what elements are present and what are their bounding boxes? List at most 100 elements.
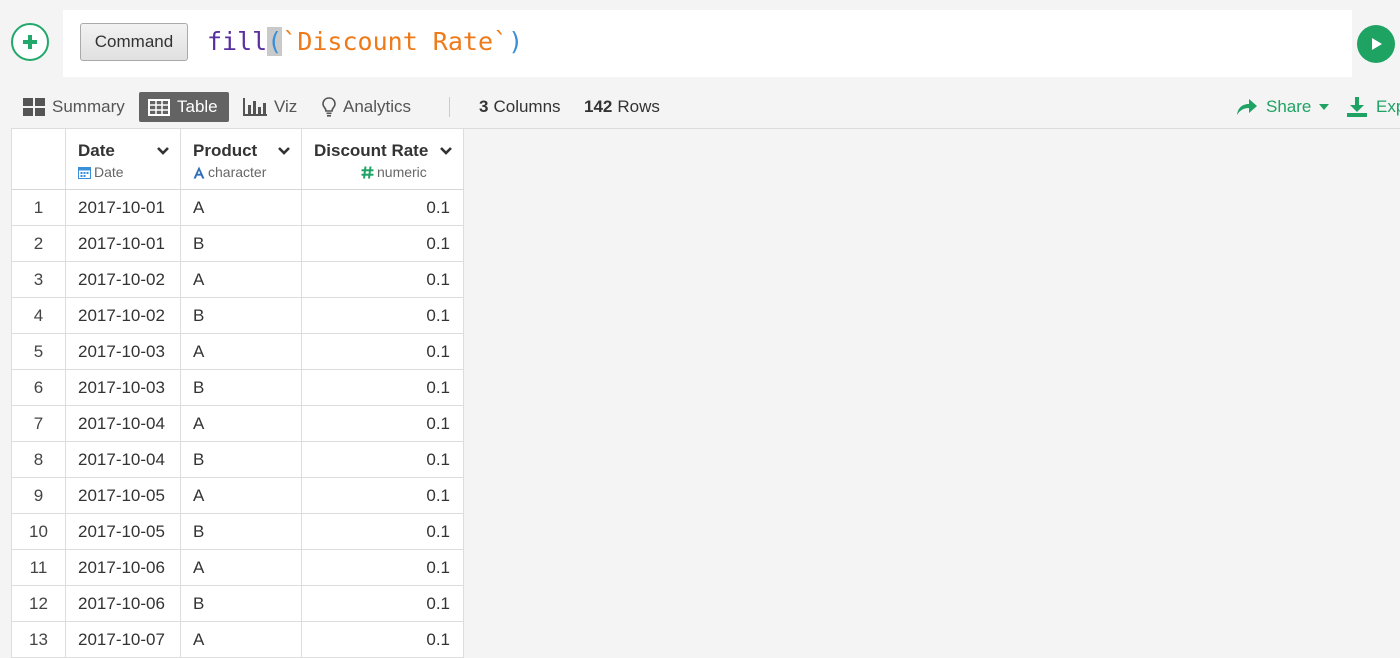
calendar-icon — [78, 166, 91, 179]
chevron-down-icon[interactable] — [439, 146, 453, 156]
rows-count-value: 142 — [584, 97, 613, 116]
cell-product[interactable]: A — [180, 189, 302, 226]
command-mode-button[interactable]: Command — [80, 23, 188, 61]
chevron-down-icon[interactable] — [156, 146, 170, 156]
columns-count-label: Columns — [493, 97, 561, 116]
cell-product[interactable]: B — [180, 369, 302, 406]
table-row: 4 2017-10-02 B 0.1 — [12, 297, 464, 334]
cell-product[interactable]: A — [180, 549, 302, 586]
cell-discount-rate[interactable]: 0.1 — [301, 189, 464, 226]
command-input[interactable]: fill(`Discount Rate`) — [207, 26, 523, 58]
tab-analytics[interactable]: Analytics — [313, 92, 420, 122]
chevron-down-icon[interactable] — [277, 146, 291, 156]
cell-product[interactable]: B — [180, 441, 302, 478]
cell-discount-rate[interactable]: 0.1 — [301, 513, 464, 550]
share-label: Share — [1266, 97, 1312, 116]
cell-date[interactable]: 2017-10-04 — [65, 441, 181, 478]
table-row: 1 2017-10-01 A 0.1 — [12, 189, 464, 226]
cell-date[interactable]: 2017-10-06 — [65, 585, 181, 622]
hash-icon — [361, 165, 374, 179]
column-type: character — [193, 164, 266, 180]
table-row: 11 2017-10-06 A 0.1 — [12, 549, 464, 586]
cell-discount-rate[interactable]: 0.1 — [301, 333, 464, 370]
cell-date[interactable]: 2017-10-03 — [65, 333, 181, 370]
cell-product[interactable]: B — [180, 297, 302, 334]
cell-date[interactable]: 2017-10-03 — [65, 369, 181, 406]
share-button[interactable]: Share — [1236, 92, 1330, 122]
tab-viz[interactable]: Viz — [234, 92, 306, 122]
tab-analytics-label: Analytics — [343, 97, 412, 116]
table-row: 12 2017-10-06 B 0.1 — [12, 585, 464, 622]
table-row: 10 2017-10-05 B 0.1 — [12, 513, 464, 550]
command-bar: Command fill(`Discount Rate`) — [0, 0, 1400, 86]
code-open-paren: ( — [267, 27, 283, 56]
column-header-date[interactable]: Date Date — [65, 129, 181, 190]
column-header-discount-rate[interactable]: Discount Rate numeric — [301, 129, 464, 190]
row-index: 1 — [12, 189, 66, 226]
cell-date[interactable]: 2017-10-06 — [65, 549, 181, 586]
columns-count: 3 Columns — [479, 92, 561, 122]
toolbar-divider — [449, 97, 450, 117]
cell-discount-rate[interactable]: 0.1 — [301, 441, 464, 478]
table-row: 13 2017-10-07 A 0.1 — [12, 621, 464, 658]
row-index: 9 — [12, 477, 66, 514]
table-row: 2 2017-10-01 B 0.1 — [12, 225, 464, 262]
tab-table[interactable]: Table — [139, 92, 229, 122]
cell-product[interactable]: B — [180, 225, 302, 262]
play-icon — [1372, 38, 1382, 50]
cell-discount-rate[interactable]: 0.1 — [301, 369, 464, 406]
table-row: 9 2017-10-05 A 0.1 — [12, 477, 464, 514]
cell-discount-rate[interactable]: 0.1 — [301, 621, 464, 658]
cell-discount-rate[interactable]: 0.1 — [301, 297, 464, 334]
export-label: Exp — [1376, 97, 1400, 116]
cell-product[interactable]: A — [180, 405, 302, 442]
cell-discount-rate[interactable]: 0.1 — [301, 477, 464, 514]
tab-table-label: Table — [177, 97, 218, 116]
column-type-label: numeric — [377, 164, 427, 180]
caret-down-icon — [1319, 104, 1330, 110]
cell-date[interactable]: 2017-10-01 — [65, 225, 181, 262]
cell-date[interactable]: 2017-10-04 — [65, 405, 181, 442]
data-grid: Date Date Product character Discount Rat… — [11, 128, 1400, 658]
add-step-button[interactable] — [11, 23, 49, 61]
cell-discount-rate[interactable]: 0.1 — [301, 261, 464, 298]
cell-date[interactable]: 2017-10-05 — [65, 513, 181, 550]
cell-discount-rate[interactable]: 0.1 — [301, 549, 464, 586]
cell-product[interactable]: A — [180, 477, 302, 514]
cell-product[interactable]: B — [180, 513, 302, 550]
table-icon — [148, 98, 170, 116]
column-type-label: character — [208, 164, 267, 180]
cell-product[interactable]: A — [180, 621, 302, 658]
cell-discount-rate[interactable]: 0.1 — [301, 585, 464, 622]
cell-date[interactable]: 2017-10-01 — [65, 189, 181, 226]
export-button[interactable]: Exp — [1346, 92, 1400, 122]
summary-grid-icon — [23, 98, 45, 116]
row-index: 3 — [12, 261, 66, 298]
cell-product[interactable]: A — [180, 261, 302, 298]
cell-product[interactable]: A — [180, 333, 302, 370]
cell-product[interactable]: B — [180, 585, 302, 622]
share-arrow-icon — [1237, 99, 1257, 115]
bar-chart-icon — [243, 98, 267, 116]
cell-discount-rate[interactable]: 0.1 — [301, 405, 464, 442]
row-index: 6 — [12, 369, 66, 406]
cell-date[interactable]: 2017-10-02 — [65, 261, 181, 298]
row-index: 10 — [12, 513, 66, 550]
row-index-header — [12, 129, 66, 190]
lightbulb-icon — [322, 97, 336, 117]
column-name: Date — [78, 141, 115, 160]
run-button[interactable] — [1357, 25, 1395, 63]
row-index: 5 — [12, 333, 66, 370]
plus-icon — [23, 35, 37, 49]
cell-date[interactable]: 2017-10-02 — [65, 297, 181, 334]
cell-date[interactable]: 2017-10-07 — [65, 621, 181, 658]
cell-date[interactable]: 2017-10-05 — [65, 477, 181, 514]
table-row: 3 2017-10-02 A 0.1 — [12, 261, 464, 298]
row-index: 11 — [12, 549, 66, 586]
code-close-paren: ) — [508, 27, 524, 56]
column-header-product[interactable]: Product character — [180, 129, 302, 190]
row-index: 7 — [12, 405, 66, 442]
table-row: 8 2017-10-04 B 0.1 — [12, 441, 464, 478]
tab-summary[interactable]: Summary — [14, 92, 134, 122]
cell-discount-rate[interactable]: 0.1 — [301, 225, 464, 262]
